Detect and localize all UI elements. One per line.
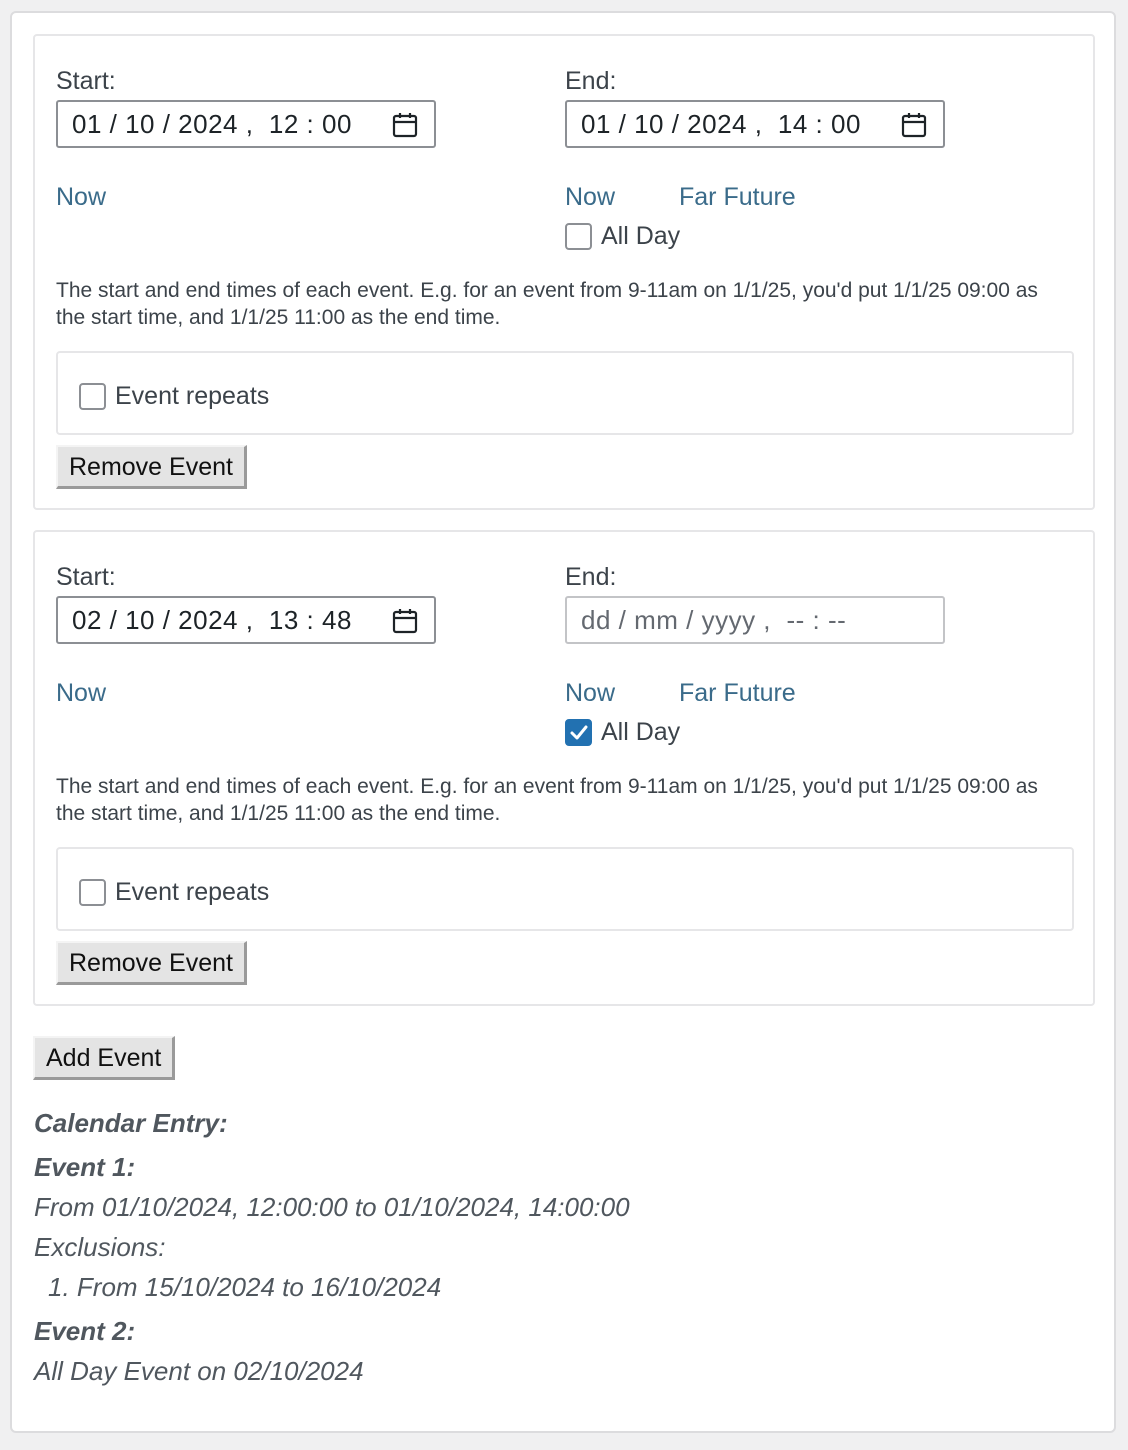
calendar-icon[interactable] (392, 112, 418, 138)
event-repeats-label: Event repeats (115, 382, 270, 410)
calendar-icon[interactable] (901, 112, 927, 138)
add-event-button[interactable]: Add Event (33, 1036, 176, 1080)
far-future-link[interactable]: Far Future (679, 678, 796, 708)
event-repeats-section: Event repeats (56, 847, 1074, 931)
start-label: Start: (56, 67, 116, 95)
remove-event-button[interactable]: Remove Event (56, 445, 247, 489)
end-now-link[interactable]: Now (565, 678, 615, 708)
event-repeats-toggle[interactable]: Event repeats (79, 878, 269, 907)
event-card-2: Start: 02 / 10 / 2024 , 13 : 48 End: dd … (33, 530, 1095, 1006)
all-day-toggle[interactable]: All Day (565, 718, 680, 747)
event-card-1: Start: 01 / 10 / 2024 , 12 : 00 End: 01 … (33, 34, 1095, 510)
start-now-link[interactable]: Now (56, 678, 106, 708)
end-datetime-value: 01 / 10 / 2024 , 14 : 00 (581, 108, 861, 139)
start-datetime-value: 02 / 10 / 2024 , 13 : 48 (72, 604, 352, 635)
end-label: End: (565, 67, 617, 95)
calendar-editor-panel: Start: 01 / 10 / 2024 , 12 : 00 End: 01 … (10, 11, 1116, 1433)
start-datetime-value: 01 / 10 / 2024 , 12 : 00 (72, 108, 352, 139)
event-repeats-checkbox[interactable] (79, 383, 106, 410)
end-datetime-input[interactable]: 01 / 10 / 2024 , 14 : 00 (565, 100, 945, 148)
start-datetime-input[interactable]: 01 / 10 / 2024 , 12 : 00 (56, 100, 436, 148)
exclusions-label: Exclusions: (34, 1232, 166, 1262)
end-label: End: (565, 563, 617, 591)
start-label: Start: (56, 563, 116, 591)
event-repeats-label: Event repeats (115, 878, 270, 906)
event-1-summary-range: From 01/10/2024, 12:00:00 to 01/10/2024,… (34, 1192, 630, 1222)
all-day-checkbox[interactable] (565, 719, 592, 746)
event-repeats-checkbox[interactable] (79, 879, 106, 906)
event-2-summary-text: All Day Event on 02/10/2024 (34, 1356, 364, 1386)
event-repeats-section: Event repeats (56, 351, 1074, 435)
all-day-checkbox[interactable] (565, 223, 592, 250)
start-datetime-input[interactable]: 02 / 10 / 2024 , 13 : 48 (56, 596, 436, 644)
all-day-label: All Day (601, 222, 681, 250)
calendar-entry-heading: Calendar Entry: (34, 1108, 228, 1138)
all-day-toggle[interactable]: All Day (565, 222, 680, 251)
calendar-icon[interactable] (392, 608, 418, 634)
all-day-label: All Day (601, 718, 681, 746)
event-2-summary-title: Event 2: (34, 1316, 136, 1346)
exclusion-item: 1. From 15/10/2024 to 16/10/2024 (48, 1272, 442, 1302)
event-time-description: The start and end times of each event. E… (56, 279, 1038, 329)
end-date-input-disabled[interactable]: dd / mm / yyyy , -- : -- (565, 596, 945, 644)
event-time-description: The start and end times of each event. E… (56, 775, 1038, 825)
far-future-link[interactable]: Far Future (679, 182, 796, 212)
start-now-link[interactable]: Now (56, 182, 106, 212)
remove-event-button[interactable]: Remove Event (56, 941, 247, 985)
end-now-link[interactable]: Now (565, 182, 615, 212)
end-date-placeholder: dd / mm / yyyy , -- : -- (581, 604, 847, 635)
checkmark-icon (570, 725, 587, 739)
event-1-summary-title: Event 1: (34, 1152, 136, 1182)
event-repeats-toggle[interactable]: Event repeats (79, 382, 269, 411)
